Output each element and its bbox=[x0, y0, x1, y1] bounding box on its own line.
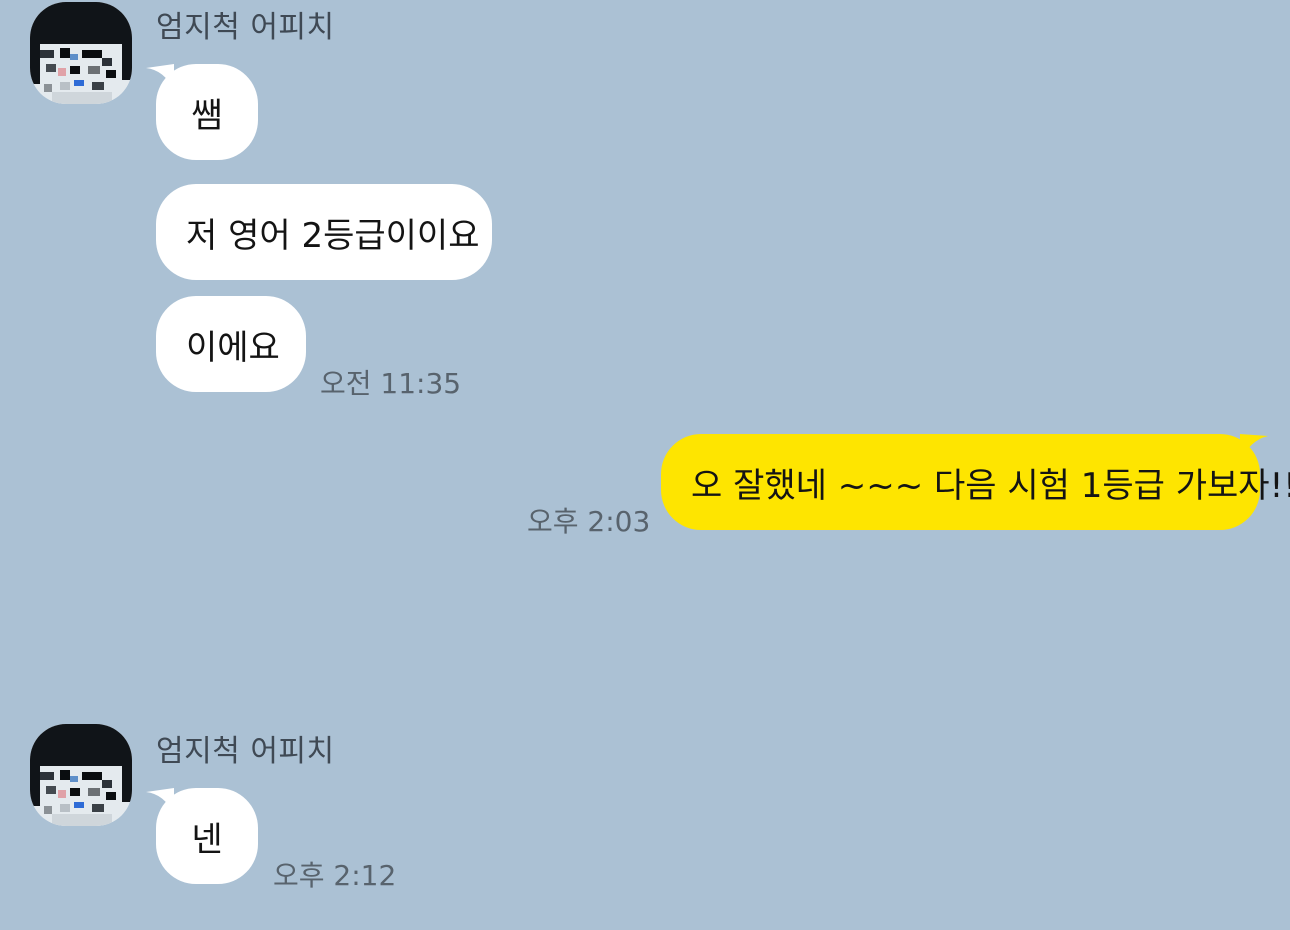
message-bubble[interactable]: 쌤 bbox=[156, 64, 258, 160]
message-bubble[interactable]: 넨 bbox=[156, 788, 258, 884]
sender-name: 엄지척 어피치 bbox=[156, 734, 335, 769]
message-text: 쌤 bbox=[191, 95, 223, 136]
message-text: 이에요 bbox=[186, 327, 280, 368]
profile-avatar-icon bbox=[30, 2, 132, 104]
sender-avatar[interactable] bbox=[30, 2, 132, 104]
message-text: 저 영어 2등급이이요 bbox=[186, 215, 480, 256]
message-bubble[interactable]: 오 잘했네 ~~~ 다음 시험 1등급 가보자!! bbox=[661, 434, 1290, 530]
message-bubble[interactable]: 이에요 bbox=[156, 296, 306, 392]
sender-name: 엄지척 어피치 bbox=[156, 10, 335, 45]
message-bubble[interactable]: 저 영어 2등급이이요 bbox=[156, 184, 492, 280]
sender-avatar[interactable] bbox=[30, 724, 132, 826]
message-text: 넨 bbox=[191, 819, 223, 860]
message-timestamp: 오후 2:03 bbox=[527, 505, 651, 538]
profile-avatar-icon bbox=[30, 724, 132, 826]
message-timestamp: 오후 2:12 bbox=[273, 859, 397, 892]
message-text: 오 잘했네 ~~~ 다음 시험 1등급 가보자!! bbox=[691, 465, 1290, 506]
message-timestamp: 오전 11:35 bbox=[320, 367, 462, 400]
